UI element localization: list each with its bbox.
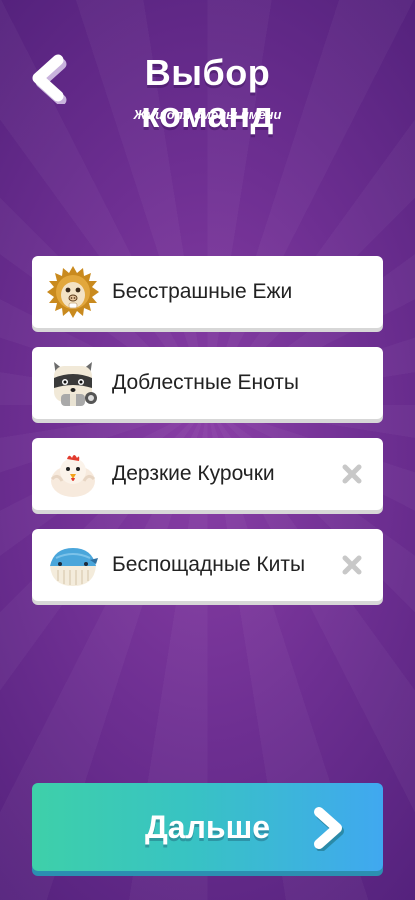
page-title: Выбор команд bbox=[141, 52, 274, 135]
team-name[interactable]: Бесстрашные Ежи bbox=[112, 280, 292, 304]
team-name[interactable]: Беспощадные Киты bbox=[112, 553, 305, 577]
page-subtitle: Жми для смены имени bbox=[133, 107, 282, 122]
header: Выбор команд Жми для смены имени bbox=[0, 0, 415, 140]
raccoon-icon bbox=[46, 356, 100, 410]
next-button[interactable]: Дальше bbox=[32, 783, 383, 871]
team-card-whales[interactable]: Беспощадные Киты bbox=[32, 529, 383, 601]
close-icon bbox=[342, 464, 362, 484]
team-card-hedgehogs[interactable]: Бесстрашные Ежи bbox=[32, 256, 383, 328]
team-list: Бесстрашные Ежи Доблестные Еноты Дерзкие… bbox=[32, 256, 383, 620]
forward-chevron-icon bbox=[314, 807, 344, 851]
whale-icon bbox=[46, 538, 100, 592]
team-name[interactable]: Доблестные Еноты bbox=[112, 371, 299, 395]
team-name[interactable]: Дерзкие Курочки bbox=[112, 462, 275, 486]
close-icon bbox=[342, 555, 362, 575]
hedgehog-icon bbox=[46, 265, 100, 319]
back-chevron-icon bbox=[32, 54, 67, 106]
chicken-icon bbox=[46, 447, 100, 501]
back-button[interactable] bbox=[26, 52, 70, 106]
remove-team-button[interactable] bbox=[341, 554, 363, 576]
team-card-chickens[interactable]: Дерзкие Курочки bbox=[32, 438, 383, 510]
remove-team-button[interactable] bbox=[341, 463, 363, 485]
team-card-raccoons[interactable]: Доблестные Еноты bbox=[32, 347, 383, 419]
